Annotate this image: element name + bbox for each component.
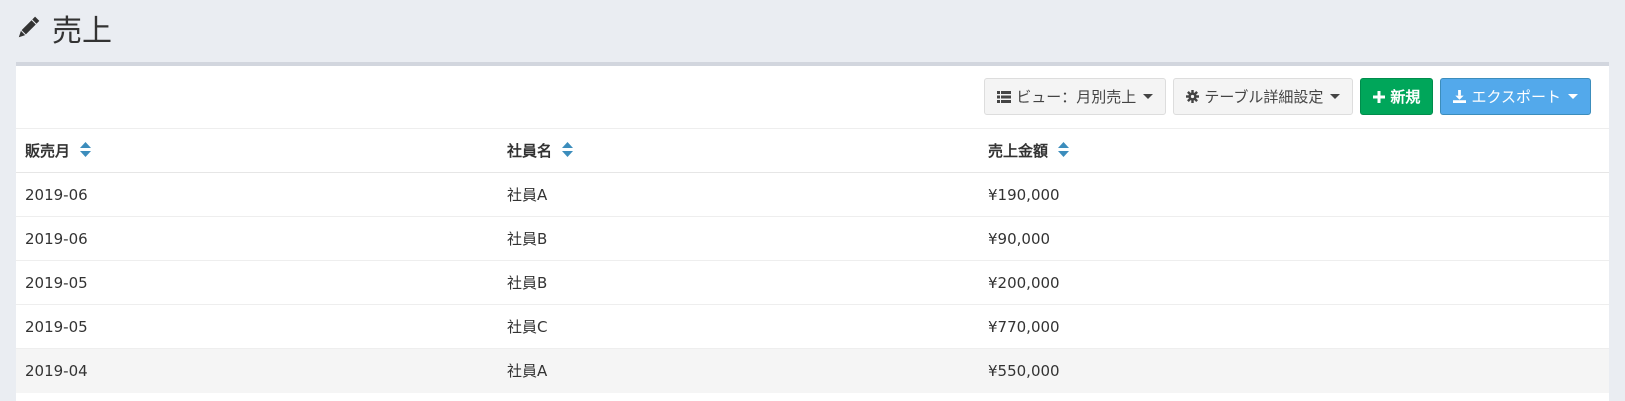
sales-table-panel: ビュー：月別売上 テーブル詳細設定 新規 エクスポート 販売月 社員名 売上金額… bbox=[16, 62, 1609, 401]
table-settings-label: テーブル詳細設定 bbox=[1204, 88, 1324, 106]
cell-sales-month: 2019-04 bbox=[16, 348, 498, 393]
plus-icon bbox=[1373, 90, 1386, 103]
view-dropdown-label: ビュー：月別売上 bbox=[1016, 88, 1137, 106]
cell-employee-name: 社員C bbox=[498, 304, 979, 349]
download-icon bbox=[1453, 90, 1467, 103]
export-button-label: エクスポート bbox=[1471, 88, 1561, 106]
column-header-sales-month[interactable]: 販売月 bbox=[16, 128, 498, 173]
chevron-down-icon bbox=[1568, 94, 1578, 99]
cell-sales-month: 2019-05 bbox=[16, 260, 498, 305]
column-header-sales-amount[interactable]: 売上金額 bbox=[979, 128, 1609, 173]
table-row[interactable]: 2019-05 社員C ¥770,000 bbox=[16, 304, 1609, 349]
table-row[interactable]: 2019-06 社員A ¥190,000 bbox=[16, 172, 1609, 217]
chevron-down-icon bbox=[1143, 94, 1154, 99]
toolbar: ビュー：月別売上 テーブル詳細設定 新規 エクスポート bbox=[984, 78, 1591, 115]
sort-icon[interactable] bbox=[562, 142, 574, 161]
cell-sales-amount: ¥190,000 bbox=[979, 172, 1609, 217]
page-header: 売上 bbox=[14, 8, 112, 49]
cell-sales-month: 2019-06 bbox=[16, 172, 498, 217]
table-row[interactable]: 2019-05 社員B ¥200,000 bbox=[16, 260, 1609, 305]
table-header-row: 販売月 社員名 売上金額 bbox=[16, 128, 1609, 173]
cell-employee-name: 社員A bbox=[498, 172, 979, 217]
cell-sales-amount: ¥770,000 bbox=[979, 304, 1609, 349]
new-button[interactable]: 新規 bbox=[1360, 78, 1434, 115]
view-dropdown-button[interactable]: ビュー：月別売上 bbox=[984, 78, 1167, 115]
column-header-label: 売上金額 bbox=[988, 142, 1049, 160]
pencil-icon bbox=[14, 14, 42, 42]
sort-icon[interactable] bbox=[1058, 142, 1070, 161]
column-header-label: 販売月 bbox=[25, 142, 71, 160]
list-icon bbox=[997, 90, 1012, 103]
column-header-label: 社員名 bbox=[507, 142, 553, 160]
column-header-employee-name[interactable]: 社員名 bbox=[498, 128, 979, 173]
gear-icon bbox=[1186, 90, 1200, 103]
cell-sales-month: 2019-06 bbox=[16, 216, 498, 261]
cell-employee-name: 社員B bbox=[498, 260, 979, 305]
cell-sales-month: 2019-05 bbox=[16, 304, 498, 349]
page-title: 売上 bbox=[52, 14, 112, 49]
table-settings-button[interactable]: テーブル詳細設定 bbox=[1173, 78, 1354, 115]
sales-table: 販売月 社員名 売上金額 2019-06 社員A ¥190,000 2019-0… bbox=[16, 128, 1609, 393]
export-button[interactable]: エクスポート bbox=[1440, 78, 1591, 115]
new-button-label: 新規 bbox=[1390, 88, 1421, 106]
cell-sales-amount: ¥200,000 bbox=[979, 260, 1609, 305]
sort-icon[interactable] bbox=[80, 142, 92, 161]
chevron-down-icon bbox=[1330, 94, 1341, 99]
cell-sales-amount: ¥90,000 bbox=[979, 216, 1609, 261]
table-row[interactable]: 2019-04 社員A ¥550,000 bbox=[16, 348, 1609, 393]
cell-employee-name: 社員B bbox=[498, 216, 979, 261]
table-row[interactable]: 2019-06 社員B ¥90,000 bbox=[16, 216, 1609, 261]
cell-employee-name: 社員A bbox=[498, 348, 979, 393]
cell-sales-amount: ¥550,000 bbox=[979, 348, 1609, 393]
